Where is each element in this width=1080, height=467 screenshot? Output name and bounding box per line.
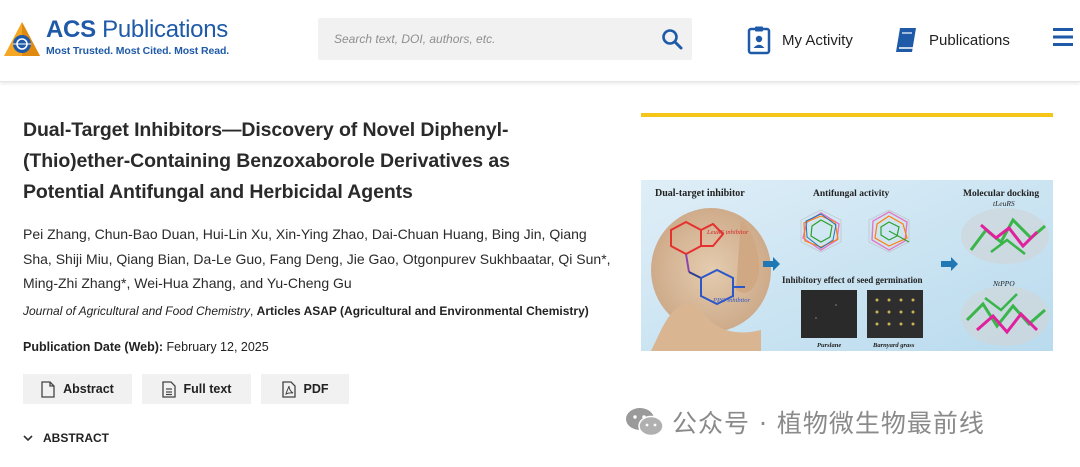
book-icon: [896, 28, 916, 52]
article-authors: Pei Zhang, Chun-Bao Duan, Hui-Lin Xu, Xi…: [23, 226, 611, 291]
search-input[interactable]: [318, 18, 648, 60]
brand-name: ACS Publications: [46, 16, 228, 43]
panel-seed-germination-title: Inhibitory effect of seed germination: [782, 275, 922, 285]
pdf-button[interactable]: PDF: [261, 374, 349, 404]
abstract-button[interactable]: Abstract: [23, 374, 132, 404]
panel-dual-target-title: Dual-target inhibitor: [655, 188, 745, 199]
brand-tagline: Most Trusted. Most Cited. Most Read.: [46, 45, 230, 57]
chevron-down-icon: [23, 435, 33, 442]
ppo-inhibitor-label: PPO inhibitor: [712, 297, 750, 304]
full-text-button-label: Full text: [183, 382, 232, 396]
pdf-button-label: PDF: [303, 382, 329, 396]
document-icon: [41, 380, 55, 398]
article-title[interactable]: Dual-Target Inhibitors—Discovery of Nove…: [23, 115, 583, 208]
leurs-inhibitor-label: LeuRS inhibitor: [706, 229, 749, 236]
publication-date-label: Publication Date (Web):: [23, 340, 164, 354]
abstract-button-label: Abstract: [63, 382, 114, 396]
barnyard-grass-caption: Barnyard grass: [872, 342, 915, 349]
purslane-plate: [801, 290, 857, 338]
nav-publications[interactable]: Publications: [893, 24, 1010, 56]
toc-graphic[interactable]: Dual-target inhibitor LeuRS inhibitor PP…: [641, 180, 1053, 351]
abstract-heading: ABSTRACT: [43, 431, 109, 445]
journal-citation: Journal of Agricultural and Food Chemist…: [23, 304, 589, 318]
publication-date: Publication Date (Web): February 12, 202…: [23, 340, 269, 354]
search-icon[interactable]: [660, 27, 684, 51]
panel-docking-title: Molecular docking: [963, 189, 1039, 199]
journal-name[interactable]: Journal of Agricultural and Food Chemist…: [23, 304, 250, 318]
publication-date-value: February 12, 2025: [166, 340, 269, 354]
toc-accent-bar: [641, 113, 1053, 117]
nav-my-activity[interactable]: My Activity: [746, 24, 853, 56]
abstract-section-toggle[interactable]: ABSTRACT: [23, 431, 109, 445]
watermark-text: 公众号 · 植物微生物最前线: [672, 409, 985, 438]
full-text-button[interactable]: Full text: [142, 374, 251, 404]
docking-model-top: [961, 208, 1049, 264]
purslane-caption: Purslane: [817, 342, 841, 349]
barnyard-grass-plate: [867, 290, 923, 338]
site-header: ACS Publications Most Trusted. Most Cite…: [0, 0, 1080, 82]
clipboard-user-icon: [747, 26, 771, 55]
docking-model-bottom: [961, 286, 1049, 346]
wechat-watermark: 公众号 · 植物微生物最前线: [624, 404, 985, 440]
document-lines-icon: [161, 380, 176, 398]
hamburger-menu-icon[interactable]: [1052, 26, 1074, 48]
wechat-logo-icon: [626, 408, 664, 437]
pdf-file-icon: [281, 380, 296, 398]
leurs-docking-label: tLeuRS: [993, 199, 1015, 208]
nav-my-activity-label: My Activity: [782, 31, 853, 49]
acs-seal-icon: [4, 22, 40, 56]
nav-publications-label: Publications: [929, 31, 1010, 49]
journal-section: Articles ASAP (Agricultural and Environm…: [256, 304, 589, 318]
panel-antifungal-title: Antifungal activity: [813, 189, 890, 199]
acs-logo[interactable]: ACS Publications Most Trusted. Most Cite…: [0, 14, 240, 64]
search-bar: [318, 18, 692, 60]
